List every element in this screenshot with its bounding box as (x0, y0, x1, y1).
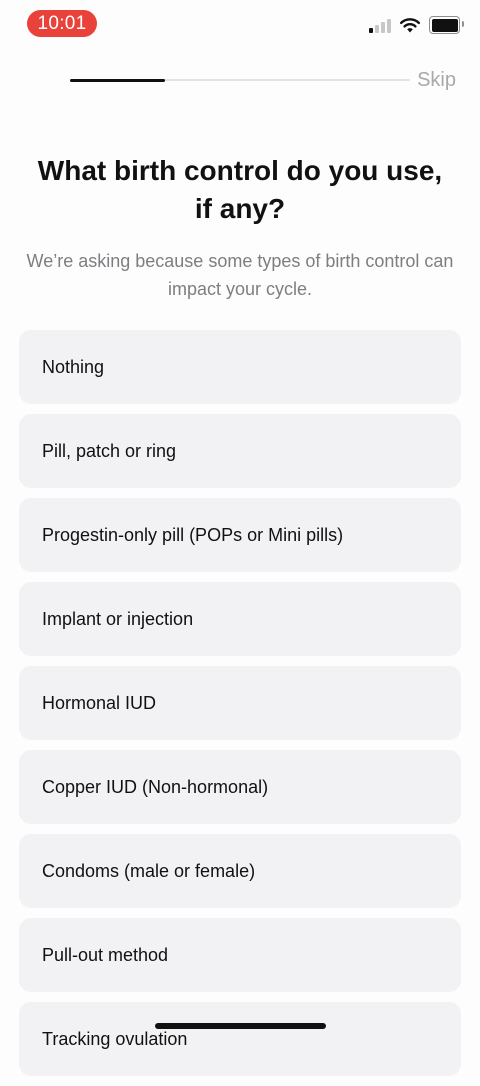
wifi-icon (400, 17, 420, 32)
option-copper-iud[interactable]: Copper IUD (Non-hormonal) (19, 750, 461, 824)
option-label: Pill, patch or ring (42, 440, 177, 461)
skip-button[interactable]: Skip (417, 69, 456, 92)
option-hormonal-iud[interactable]: Hormonal IUD (19, 666, 461, 740)
onboarding-progress-bar (70, 78, 410, 82)
birth-control-options-list: Nothing Pill, patch or ring Progestin-on… (19, 330, 461, 1086)
option-pill-patch-ring[interactable]: Pill, patch or ring (19, 414, 461, 488)
option-label: Nothing (42, 356, 105, 377)
option-tracking-ovulation[interactable]: Tracking ovulation (19, 1002, 461, 1076)
option-progestin-only-pill[interactable]: Progestin-only pill (POPs or Mini pills) (19, 498, 461, 572)
home-indicator[interactable] (155, 1023, 326, 1029)
option-label: Progestin-only pill (POPs or Mini pills) (42, 524, 344, 545)
option-implant-injection[interactable]: Implant or injection (19, 582, 461, 656)
option-nothing[interactable]: Nothing (19, 330, 461, 404)
status-icons (369, 14, 464, 36)
option-label: Tracking ovulation (42, 1028, 188, 1049)
progress-fill (70, 78, 166, 82)
option-label: Pull-out method (42, 944, 169, 965)
cellular-signal-icon (369, 17, 391, 33)
battery-icon (429, 16, 464, 34)
page-subtitle: We’re asking because some types of birth… (26, 251, 454, 299)
status-time[interactable]: 10:01 (27, 10, 97, 37)
option-condoms[interactable]: Condoms (male or female) (19, 834, 461, 908)
page-title: What birth control do you use, if any? (37, 155, 443, 224)
option-label: Copper IUD (Non-hormonal) (42, 776, 269, 797)
option-label: Condoms (male or female) (42, 860, 256, 881)
option-pull-out-method[interactable]: Pull-out method (19, 918, 461, 992)
option-label: Implant or injection (42, 608, 194, 629)
option-label: Hormonal IUD (42, 692, 157, 713)
status-bar: 10:01 (0, 0, 480, 50)
